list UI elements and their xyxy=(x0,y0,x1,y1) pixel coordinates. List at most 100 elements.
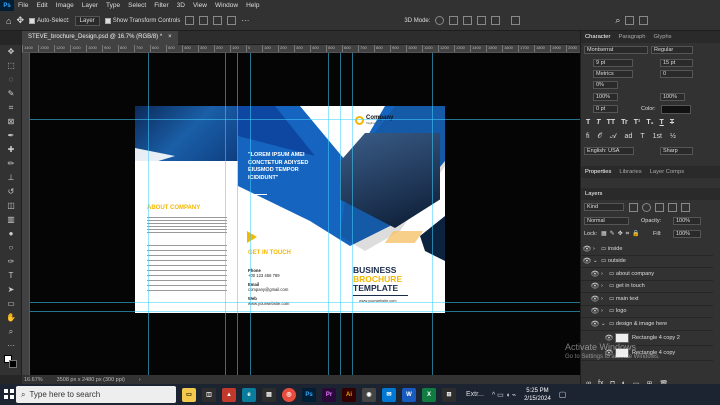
dodge-tool-icon[interactable]: ○ xyxy=(5,243,17,253)
pixel-filter-icon[interactable] xyxy=(629,203,638,212)
taskbar-clock[interactable]: 5:25 PM 2/15/2024 xyxy=(524,387,551,403)
tab-paragraph[interactable]: Paragraph xyxy=(618,34,645,40)
hscale-field[interactable]: 100% xyxy=(593,93,618,101)
distribute-icon[interactable] xyxy=(227,16,237,25)
guide-vertical[interactable] xyxy=(237,53,238,375)
guide-horizontal[interactable] xyxy=(30,302,580,303)
font-size-field[interactable]: 9 pt xyxy=(593,59,633,67)
kerning-field[interactable]: Metrics xyxy=(593,70,633,78)
vertical-ruler[interactable] xyxy=(22,53,30,375)
healing-tool-icon[interactable]: ✚ xyxy=(5,145,17,155)
chevron-right-icon[interactable]: › xyxy=(601,308,609,314)
zoom-tool-icon[interactable]: ⌕ xyxy=(5,327,17,337)
tab-glyphs[interactable]: Glyphs xyxy=(654,34,672,40)
align-right-icon[interactable] xyxy=(213,16,223,25)
menu-edit[interactable]: Edit xyxy=(32,2,51,9)
shape-filter-icon[interactable] xyxy=(668,203,677,212)
discretionary-icon[interactable]: 𝒪 xyxy=(598,133,602,141)
3d-drag-icon[interactable] xyxy=(463,16,473,25)
stamp-tool-icon[interactable]: ⊥ xyxy=(5,173,17,183)
store-icon[interactable]: ⊞ xyxy=(442,387,456,402)
auto-select-checkbox[interactable]: Auto-Select: xyxy=(28,17,70,24)
more-options-icon[interactable]: ··· xyxy=(241,16,249,25)
workspace-icon[interactable] xyxy=(625,16,635,25)
3d-scale-icon[interactable] xyxy=(491,16,501,25)
3d-rotate-icon[interactable] xyxy=(435,16,445,25)
video-icon[interactable] xyxy=(511,16,521,25)
faux-bold-button[interactable]: T xyxy=(586,119,590,126)
taskbar-search[interactable]: ⌕ Type here to search xyxy=(16,386,176,403)
menu-select[interactable]: Select xyxy=(124,2,150,9)
close-tab-icon[interactable]: × xyxy=(168,34,172,42)
chevron-down-icon[interactable]: ⌄ xyxy=(601,321,609,327)
3d-roll-icon[interactable] xyxy=(449,16,459,25)
tab-libraries[interactable]: Libraries xyxy=(619,169,641,175)
type-filter-icon[interactable] xyxy=(655,203,664,212)
share-icon[interactable] xyxy=(639,16,649,25)
chevron-right-icon[interactable]: › xyxy=(601,283,609,289)
move-tool-icon[interactable]: ✥ xyxy=(16,15,24,26)
fraction-icon[interactable]: ½ xyxy=(670,133,676,141)
chevron-right-icon[interactable]: › xyxy=(601,271,609,277)
eye-icon[interactable]: 👁 xyxy=(589,320,601,328)
more-tools-icon[interactable]: ··· xyxy=(5,341,17,351)
notifications-icon[interactable]: ▢ xyxy=(559,390,567,399)
swash-icon[interactable]: 𝒜 xyxy=(610,133,617,141)
blur-tool-icon[interactable]: ● xyxy=(5,229,17,239)
layer-row[interactable]: 👁 › ▭ logo xyxy=(581,306,713,318)
layer-row[interactable]: 👁 ⌄ ▭ outside xyxy=(581,256,713,268)
word-taskbar-icon[interactable]: W xyxy=(402,387,416,402)
chevron-right-icon[interactable]: › xyxy=(601,296,609,302)
guide-vertical[interactable] xyxy=(328,53,329,375)
font-style-select[interactable]: Regular xyxy=(651,46,693,54)
menu-layer[interactable]: Layer xyxy=(78,2,102,9)
opacity-field[interactable]: 100% xyxy=(673,217,701,225)
move-tool-icon[interactable]: ✥ xyxy=(5,47,17,57)
menu-filter[interactable]: Filter xyxy=(150,2,172,9)
faux-italic-button[interactable]: T xyxy=(596,119,600,126)
align-center-icon[interactable] xyxy=(199,16,209,25)
layer-row[interactable]: 👁 ⌄ ▭ design & image here xyxy=(581,318,713,331)
titling-icon[interactable]: T xyxy=(640,133,644,141)
eye-icon[interactable]: 👁 xyxy=(589,307,601,315)
frame-tool-icon[interactable]: ⊠ xyxy=(5,117,17,127)
guide-vertical[interactable] xyxy=(148,53,149,375)
photoshop-logo-icon[interactable]: Ps xyxy=(0,0,14,11)
leading-field[interactable]: 15 pt xyxy=(660,59,693,67)
path-select-tool-icon[interactable]: ➤ xyxy=(5,285,17,295)
lock-icons[interactable]: ▦✎✥⌗🔒 xyxy=(601,230,643,238)
guide-vertical[interactable] xyxy=(250,53,251,375)
small-caps-button[interactable]: Tr xyxy=(621,119,628,126)
stylistic-icon[interactable]: ad xyxy=(625,133,633,141)
shape-tool-icon[interactable]: ▭ xyxy=(5,299,17,309)
folder-icon[interactable]: ▤ xyxy=(262,387,276,402)
zoom-level[interactable]: 16.67% xyxy=(24,377,43,383)
camera-icon[interactable]: ◉ xyxy=(362,387,376,402)
layer-row[interactable]: 👁 › ▭ about company xyxy=(581,268,713,281)
layer-select-dropdown[interactable]: Layer xyxy=(74,15,100,26)
tab-properties[interactable]: Properties xyxy=(585,169,611,175)
menu-window[interactable]: Window xyxy=(211,2,242,9)
tab-character[interactable]: Character xyxy=(585,34,610,40)
antialias-select[interactable]: Sharp xyxy=(660,147,693,155)
layer-row[interactable]: 👁 › ▭ get in touch xyxy=(581,281,713,293)
brush-tool-icon[interactable]: ✏ xyxy=(5,159,17,169)
adjustment-filter-icon[interactable] xyxy=(642,203,651,212)
edge-icon[interactable]: e xyxy=(242,387,256,402)
history-brush-icon[interactable]: ↺ xyxy=(5,187,17,197)
type-tool-icon[interactable]: T xyxy=(5,271,17,281)
background-color-swatch[interactable] xyxy=(9,360,17,368)
menu-file[interactable]: File xyxy=(14,2,32,9)
task-view-icon[interactable]: ◫ xyxy=(202,387,216,402)
file-explorer-icon[interactable]: ▭ xyxy=(182,387,196,402)
all-caps-button[interactable]: TT xyxy=(607,119,616,126)
excel-taskbar-icon[interactable]: X xyxy=(422,387,436,402)
tab-layer-comps[interactable]: Layer Comps xyxy=(650,169,684,175)
vlc-icon[interactable]: ▲ xyxy=(222,387,236,402)
3d-slide-icon[interactable] xyxy=(477,16,487,25)
baseline-field[interactable]: 0 pt xyxy=(593,105,618,113)
windows-start-icon[interactable] xyxy=(4,389,14,399)
guide-horizontal[interactable] xyxy=(30,119,580,120)
guide-vertical[interactable] xyxy=(352,53,353,375)
guide-vertical[interactable] xyxy=(225,53,226,375)
